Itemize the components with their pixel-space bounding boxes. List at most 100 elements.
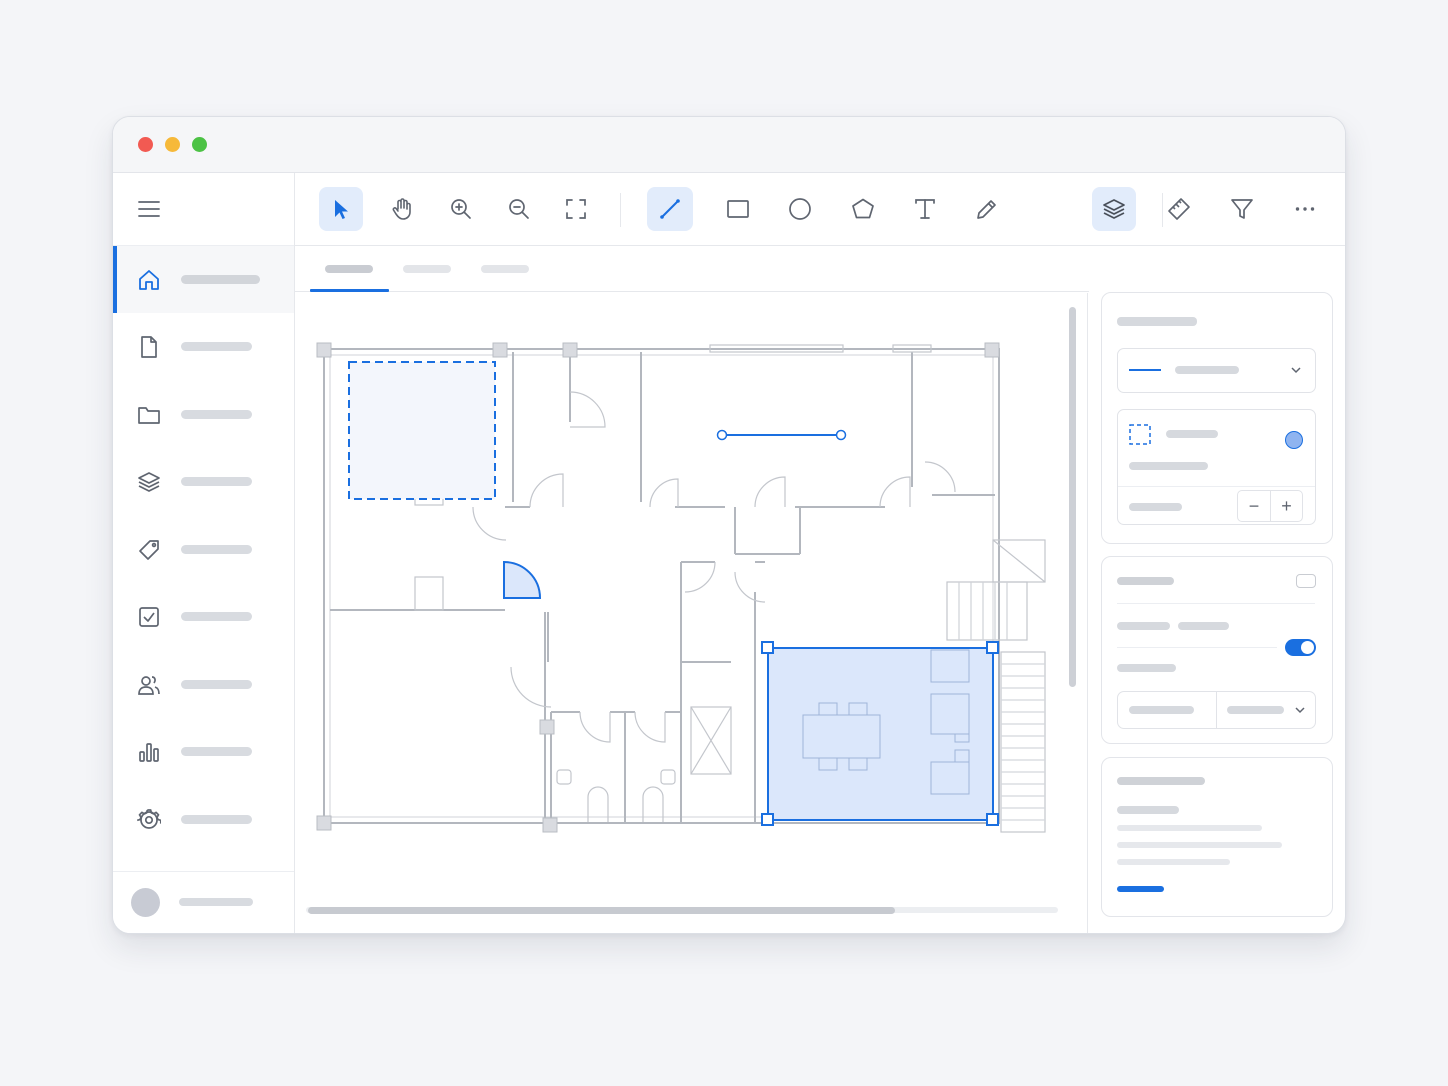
close-window-button[interactable]	[138, 137, 153, 152]
zoom-in-tool[interactable]	[439, 187, 483, 231]
toggle-label-a	[1117, 622, 1170, 630]
sidebar-item-label	[181, 680, 252, 689]
layers-tool[interactable]	[1092, 187, 1136, 231]
select-left[interactable]	[1129, 706, 1194, 714]
divider	[1118, 486, 1315, 487]
bar-chart-icon	[137, 740, 161, 764]
layers-icon	[137, 470, 161, 494]
layer-visibility-checkbox[interactable]	[1296, 574, 1316, 588]
number-stepper: − +	[1237, 490, 1303, 522]
pencil-tool[interactable]	[965, 187, 1009, 231]
select-tool[interactable]	[319, 187, 363, 231]
avatar[interactable]	[131, 888, 160, 917]
toolbar-divider	[620, 193, 621, 227]
rectangle-tool[interactable]	[716, 187, 760, 231]
polygon-tool[interactable]	[841, 187, 885, 231]
info-line-2	[1117, 842, 1282, 848]
chevron-down-icon	[1295, 707, 1305, 714]
minimize-window-button[interactable]	[165, 137, 180, 152]
sidebar-item-label	[181, 747, 252, 756]
user-name	[179, 898, 253, 906]
sidebar-item-team[interactable]	[113, 651, 294, 718]
fill-settings: − +	[1117, 409, 1316, 525]
pentagon-icon	[852, 198, 874, 219]
selected-door[interactable]	[503, 560, 542, 599]
sidebar-item-folders[interactable]	[113, 381, 294, 448]
ruler-icon	[1168, 198, 1190, 220]
cursor-arrow-icon	[335, 200, 348, 219]
fit-screen-tool[interactable]	[554, 187, 598, 231]
divider	[1117, 603, 1315, 604]
more-tool[interactable]	[1283, 187, 1327, 231]
split-select	[1117, 691, 1316, 729]
sidebar-item-settings[interactable]	[113, 786, 294, 853]
folder-icon	[137, 403, 161, 427]
layer-title	[1117, 577, 1174, 585]
sidebar-item-label	[181, 477, 252, 486]
chevron-down-icon	[1291, 367, 1301, 374]
line-tool[interactable]	[647, 187, 693, 231]
panel-divider	[1087, 293, 1088, 933]
measure-tool[interactable]	[1157, 187, 1201, 231]
user-section	[113, 871, 294, 933]
zoom-out-icon	[509, 199, 529, 219]
users-icon	[137, 673, 161, 697]
more-horizontal-icon	[1295, 207, 1315, 211]
drawing-canvas[interactable]	[295, 292, 1088, 932]
tab-3[interactable]	[481, 265, 529, 273]
toolbar	[295, 173, 1345, 246]
sidebar-item-tasks[interactable]	[113, 583, 294, 650]
drawn-line[interactable]	[716, 429, 847, 441]
layers-icon	[1103, 199, 1125, 219]
fill-color-swatch[interactable]	[1285, 431, 1303, 449]
toggle-switch[interactable]	[1285, 639, 1316, 656]
fullscreen-icon	[566, 199, 586, 219]
dashed-selection[interactable]	[348, 361, 496, 500]
tab-2[interactable]	[403, 265, 451, 273]
hamburger-menu-icon[interactable]	[137, 199, 161, 219]
sidebar-item-home[interactable]	[113, 246, 294, 313]
gear-icon	[136, 808, 162, 832]
select-divider	[1216, 692, 1217, 728]
sidebar-item-documents[interactable]	[113, 313, 294, 380]
stroke-properties-panel: − +	[1101, 292, 1333, 544]
floor-plan	[316, 342, 1046, 833]
zoom-in-icon	[451, 199, 471, 219]
fill-label	[1166, 430, 1218, 438]
sidebar-item-analytics[interactable]	[113, 718, 294, 785]
stepper-label	[1129, 503, 1182, 511]
hand-icon	[392, 198, 411, 220]
file-icon	[137, 335, 161, 359]
select-right[interactable]	[1227, 706, 1284, 714]
info-subtitle	[1117, 806, 1179, 814]
sidebar-item-label	[181, 275, 260, 284]
pan-tool[interactable]	[380, 187, 424, 231]
filter-icon	[1231, 199, 1253, 219]
fill-sublabel	[1129, 462, 1208, 470]
stroke-style-select[interactable]	[1117, 348, 1316, 393]
sidebar-item-tags[interactable]	[113, 516, 294, 583]
zoom-out-tool[interactable]	[497, 187, 541, 231]
circle-tool[interactable]	[778, 187, 822, 231]
tab-active[interactable]	[325, 265, 373, 273]
tab-bar	[295, 245, 1089, 292]
filter-tool[interactable]	[1220, 187, 1264, 231]
selected-room[interactable]	[761, 641, 999, 826]
decrement-button[interactable]: −	[1238, 491, 1270, 521]
horizontal-scrollbar[interactable]	[308, 907, 895, 914]
info-panel	[1101, 757, 1333, 917]
circle-icon	[789, 198, 811, 220]
vertical-scrollbar[interactable]	[1069, 307, 1076, 687]
line-icon	[660, 199, 680, 219]
sidebar-item-label	[181, 410, 252, 419]
text-tool[interactable]	[903, 187, 947, 231]
rectangle-icon	[727, 200, 749, 218]
sidebar-item-layers[interactable]	[113, 448, 294, 515]
section-title	[1117, 317, 1197, 326]
info-link[interactable]	[1117, 886, 1164, 892]
increment-button[interactable]: +	[1271, 491, 1302, 521]
divider	[1117, 647, 1277, 648]
row-label	[1117, 664, 1176, 672]
tag-icon	[137, 538, 161, 562]
zoom-window-button[interactable]	[192, 137, 207, 152]
